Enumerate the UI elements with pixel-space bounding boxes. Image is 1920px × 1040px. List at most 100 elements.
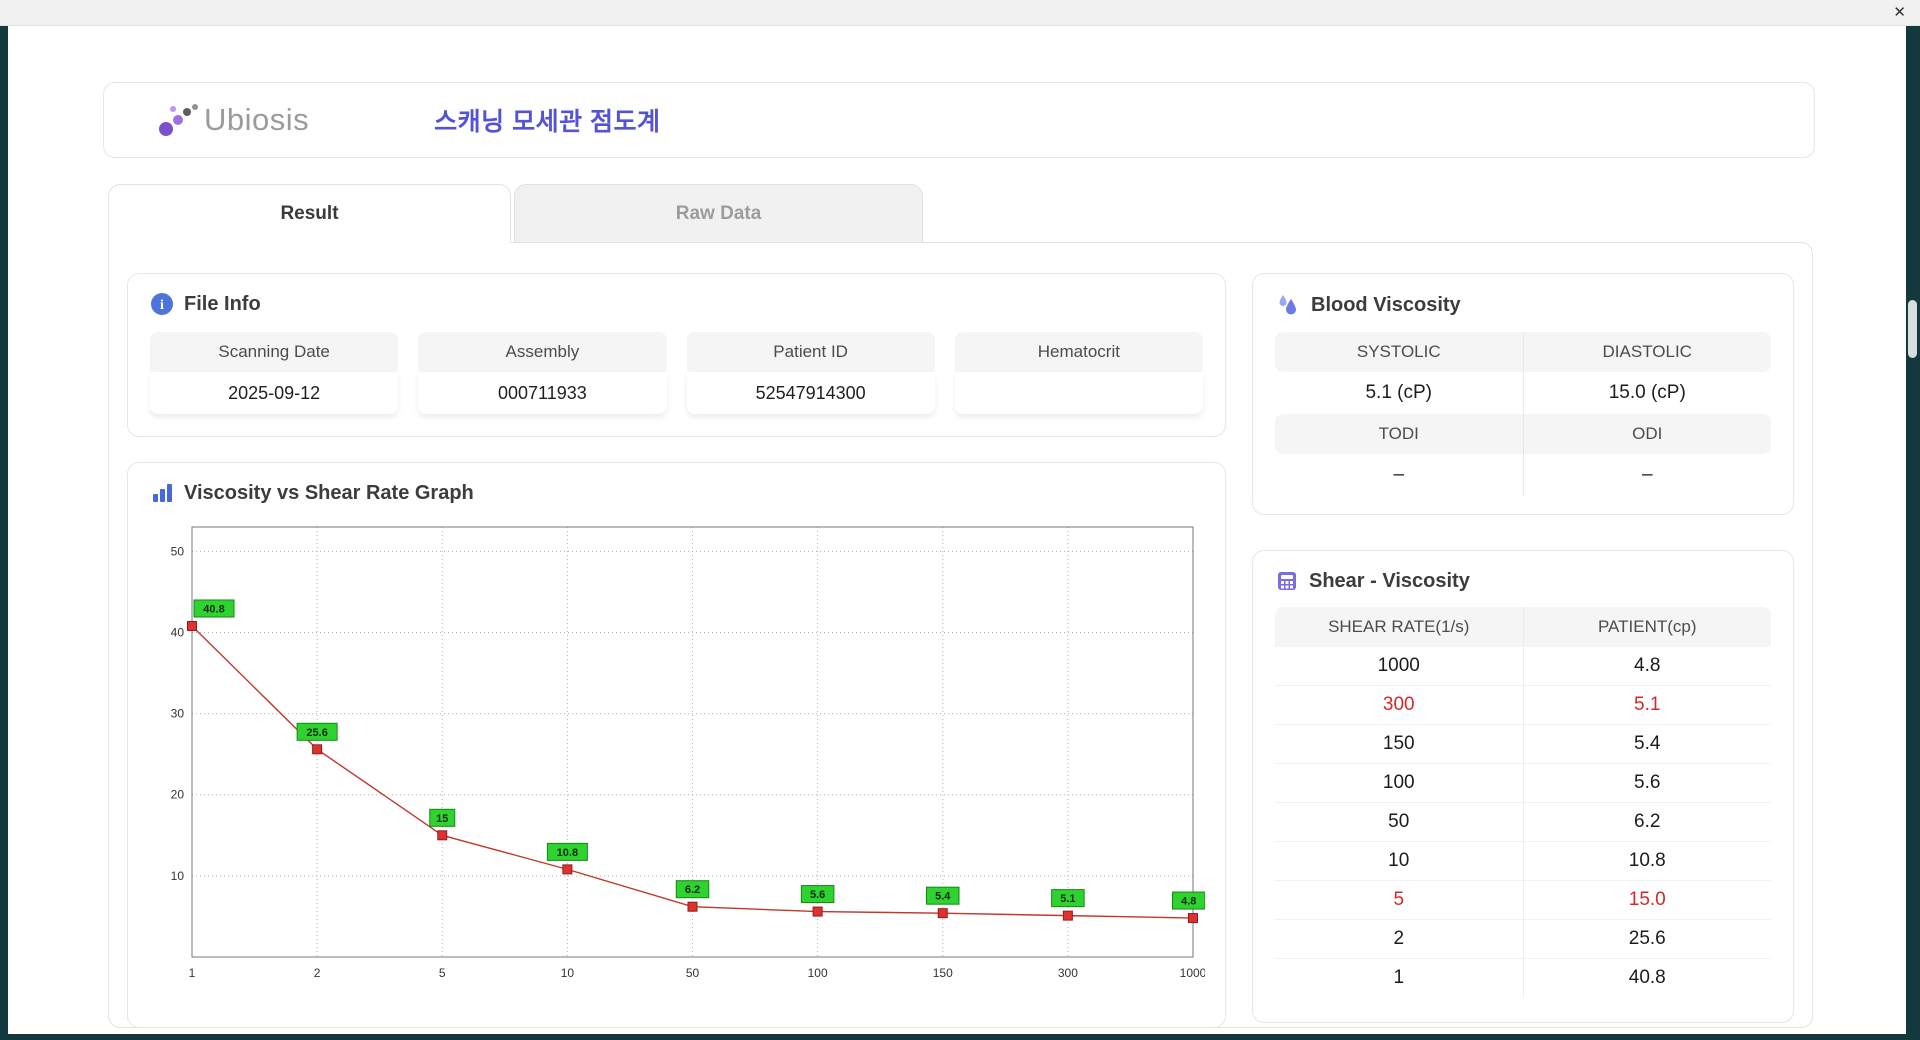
svg-text:50: 50 <box>686 966 700 980</box>
result-panel: i File Info Scanning Date 2025-09-12 Assem… <box>108 242 1813 1028</box>
svg-text:150: 150 <box>933 966 953 980</box>
file-info-card: i File Info Scanning Date 2025-09-12 Assem… <box>127 273 1226 437</box>
graph-title: Viscosity vs Shear Rate Graph <box>184 481 474 504</box>
svg-text:300: 300 <box>1058 966 1078 980</box>
field-label: Assembly <box>418 332 667 372</box>
bv-value: 5.1 (cP) <box>1365 382 1433 403</box>
field-value: 000711933 <box>418 372 667 414</box>
info-icon: i <box>150 292 174 316</box>
right-column: Blood Viscosity SYSTOLIC DIASTOLIC 5.1 (cP… <box>1252 273 1794 1027</box>
svg-text:25.6: 25.6 <box>306 727 327 739</box>
field-label: Scanning Date <box>150 332 399 372</box>
svg-text:10.8: 10.8 <box>557 847 578 859</box>
window-titlebar: ✕ <box>0 0 1920 26</box>
shear-viscosity-title: Shear - Viscosity <box>1309 569 1470 592</box>
patient-value: 25.6 <box>1522 920 1772 958</box>
shear-rate-value: 1 <box>1393 967 1405 988</box>
file-info-field: Hematocrit <box>954 332 1203 414</box>
svg-text:100: 100 <box>808 966 828 980</box>
svg-text:5: 5 <box>439 966 446 980</box>
shear-table-row: 1000 4.8 <box>1275 647 1771 686</box>
svg-text:5.6: 5.6 <box>810 889 825 901</box>
patient-value: 5.1 <box>1522 686 1772 724</box>
shear-table-body: 1000 4.8 300 5.1 150 5.4 100 5.6 50 6.2 10 10.8 5 15.… <box>1275 647 1771 997</box>
svg-text:1000: 1000 <box>1180 966 1205 980</box>
shear-table-row: 2 25.6 <box>1275 920 1771 959</box>
brand-logo: Ubiosis <box>154 99 309 141</box>
blood-viscosity-table: SYSTOLIC DIASTOLIC 5.1 (cP) 15.0 (cP) TODI OD… <box>1275 332 1771 496</box>
shear-rate-column-header: SHEAR RATE(1/s) <box>1328 617 1470 636</box>
svg-text:30: 30 <box>171 707 185 721</box>
shear-table-header: SHEAR RATE(1/s) PATIENT(cp) <box>1275 607 1771 647</box>
svg-text:10: 10 <box>171 869 185 883</box>
shear-rate-value: 150 <box>1382 733 1415 754</box>
scrollbar-thumb[interactable] <box>1908 300 1917 358</box>
blood-viscosity-title: Blood Viscosity <box>1311 293 1461 316</box>
file-info-field: Scanning Date 2025-09-12 <box>150 332 399 414</box>
svg-text:2: 2 <box>314 966 321 980</box>
shear-viscosity-card: Shear - Viscosity SHEAR RATE(1/s) PATIEN… <box>1252 550 1794 1023</box>
left-column: i File Info Scanning Date 2025-09-12 Assem… <box>127 273 1226 1028</box>
patient-value: 40.8 <box>1522 959 1772 997</box>
file-info-fields: Scanning Date 2025-09-12 Assembly 000711933… <box>150 332 1203 414</box>
shear-rate-value: 1000 <box>1377 655 1420 676</box>
bv-value-row: – – <box>1275 454 1771 496</box>
patient-value: 5.4 <box>1522 725 1772 763</box>
file-info-field: Assembly 000711933 <box>418 332 667 414</box>
tab-result[interactable]: Result <box>108 184 511 243</box>
tab-bar: Result Raw Data <box>108 184 923 243</box>
bv-label: TODI <box>1275 414 1523 454</box>
shear-table-row: 50 6.2 <box>1275 803 1771 842</box>
bv-value: – <box>1393 464 1405 485</box>
shear-rate-value: 5 <box>1393 889 1405 910</box>
bv-value-row: 5.1 (cP) 15.0 (cP) <box>1275 372 1771 414</box>
svg-text:5.4: 5.4 <box>935 891 951 903</box>
file-info-title: File Info <box>184 292 261 315</box>
svg-text:50: 50 <box>171 544 185 558</box>
file-info-field: Patient ID 52547914300 <box>686 332 935 414</box>
header-card: Ubiosis 스캐닝 모세관 점도계 <box>103 82 1815 158</box>
field-value: 52547914300 <box>686 372 935 414</box>
patient-value: 6.2 <box>1522 803 1772 841</box>
tab-raw-data[interactable]: Raw Data <box>514 184 923 243</box>
shear-table-row: 5 15.0 <box>1275 881 1771 920</box>
svg-text:20: 20 <box>171 788 185 802</box>
svg-text:1: 1 <box>189 966 196 980</box>
graph-card: Viscosity vs Shear Rate Graph 1 2 5 10 50 100… <box>127 462 1226 1028</box>
shear-table-row: 300 5.1 <box>1275 686 1771 725</box>
shear-table-row: 150 5.4 <box>1275 725 1771 764</box>
blood-viscosity-card: Blood Viscosity SYSTOLIC DIASTOLIC 5.1 (cP… <box>1252 273 1794 515</box>
app-window: Ubiosis 스캐닝 모세관 점도계 Result Raw Data i Fi… <box>8 26 1906 1034</box>
chart-wrap: 1 2 5 10 50 100 150 300 1000 10 20 30 40 50 40.8 25.6 15… <box>150 519 1207 1010</box>
svg-text:40.8: 40.8 <box>203 603 224 615</box>
field-value <box>954 372 1203 414</box>
ubiosis-logo-icon <box>154 99 200 141</box>
viscosity-chart: 1 2 5 10 50 100 150 300 1000 10 20 30 40 50 40.8 25.6 15… <box>171 526 1207 980</box>
app-title: 스캐닝 모세관 점도계 <box>434 108 661 136</box>
svg-text:6.2: 6.2 <box>685 884 700 896</box>
droplet-icon <box>1275 292 1301 318</box>
shear-table-row: 1 40.8 <box>1275 959 1771 997</box>
brand-name: Ubiosis <box>204 102 310 137</box>
table-icon <box>1275 569 1299 593</box>
shear-rate-value: 10 <box>1388 850 1410 871</box>
close-button[interactable]: ✕ <box>1893 4 1906 22</box>
patient-value: 15.0 <box>1522 881 1772 919</box>
shear-table: SHEAR RATE(1/s) PATIENT(cp) 1000 4.8 300 5.… <box>1275 607 1771 997</box>
svg-text:4.8: 4.8 <box>1181 896 1196 908</box>
bv-header-row: TODI ODI <box>1275 414 1771 454</box>
patient-value: 10.8 <box>1522 842 1772 880</box>
svg-text:10: 10 <box>561 966 575 980</box>
svg-text:i: i <box>160 298 164 313</box>
field-label: Patient ID <box>686 332 935 372</box>
shear-rate-value: 300 <box>1382 694 1415 715</box>
bv-label: DIASTOLIC <box>1522 332 1771 372</box>
bv-value: 15.0 (cP) <box>1522 372 1772 414</box>
shear-rate-value: 2 <box>1393 928 1405 949</box>
svg-text:40: 40 <box>171 625 185 639</box>
patient-value: 4.8 <box>1522 647 1772 685</box>
svg-text:15: 15 <box>436 813 448 825</box>
patient-column-header: PATIENT(cp) <box>1522 607 1772 647</box>
shear-rate-value: 50 <box>1388 811 1410 832</box>
bv-header-row: SYSTOLIC DIASTOLIC <box>1275 332 1771 372</box>
